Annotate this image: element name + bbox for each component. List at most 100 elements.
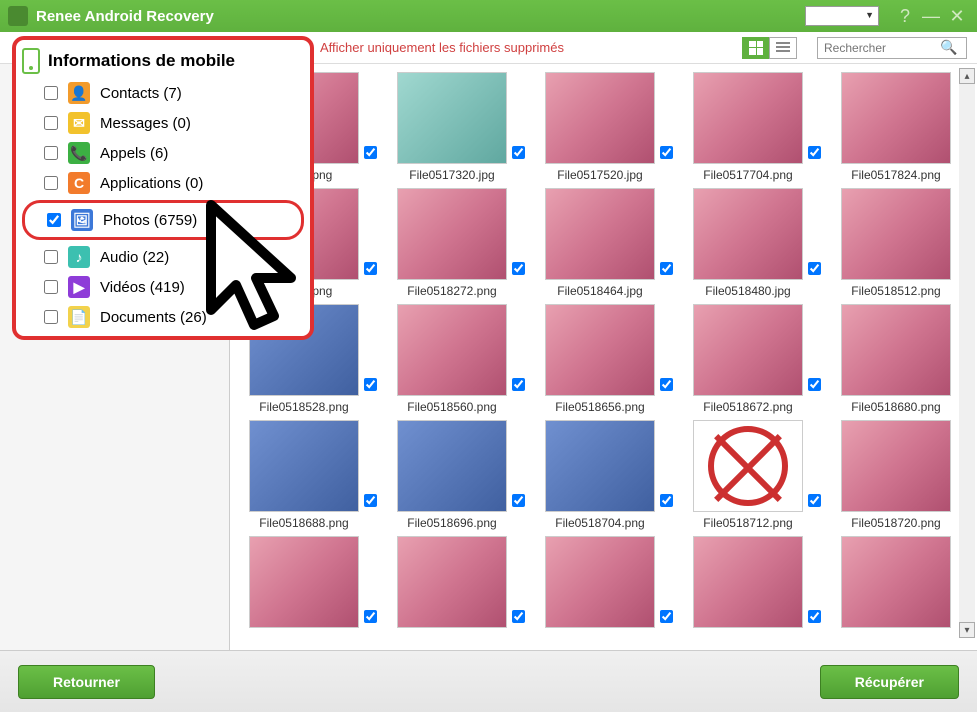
thumbnail-image[interactable] <box>545 188 655 280</box>
thumbnail-cell[interactable]: File0517824.png <box>826 72 966 182</box>
close-button[interactable]: ✕ <box>945 4 969 28</box>
thumbnail-cell[interactable] <box>826 536 966 632</box>
contacts-checkbox[interactable] <box>44 86 58 100</box>
thumbnail-image[interactable] <box>545 420 655 512</box>
sidebar-item-messages[interactable]: ✉ Messages (0) <box>16 108 310 138</box>
sidebar-item-apps[interactable]: C Applications (0) <box>16 168 310 198</box>
thumbnail-checkbox[interactable] <box>364 378 377 391</box>
documents-checkbox[interactable] <box>44 310 58 324</box>
thumbnail-cell[interactable] <box>382 536 522 632</box>
thumbnail-image[interactable] <box>397 304 507 396</box>
thumbnail-image[interactable] <box>693 420 803 512</box>
language-select[interactable]: Français <box>805 6 879 26</box>
thumbnail-checkbox[interactable] <box>808 494 821 507</box>
thumbnail-checkbox[interactable] <box>660 610 673 623</box>
search-box[interactable]: 🔍 <box>817 37 967 59</box>
calls-checkbox[interactable] <box>44 146 58 160</box>
vertical-scrollbar[interactable]: ▴ ▾ <box>959 68 975 638</box>
thumbnail-checkbox[interactable] <box>512 494 525 507</box>
thumbnail-checkbox[interactable] <box>512 378 525 391</box>
thumbnail-cell[interactable]: File0517520.jpg <box>530 72 670 182</box>
sidebar-item-label: Audio (22) <box>100 249 169 266</box>
thumbnail-filename: File0517320.jpg <box>409 168 494 182</box>
thumbnail-image[interactable] <box>693 536 803 628</box>
thumbnail-cell[interactable]: File0517704.png <box>678 72 818 182</box>
scroll-track[interactable] <box>959 84 975 622</box>
search-icon[interactable]: 🔍 <box>938 39 960 56</box>
thumbnail-image[interactable] <box>841 188 951 280</box>
thumbnail-cell[interactable] <box>530 536 670 632</box>
thumbnail-cell[interactable]: File0518272.png <box>382 188 522 298</box>
thumbnail-cell[interactable] <box>234 536 374 632</box>
thumbnail-cell[interactable]: File0518560.png <box>382 304 522 414</box>
list-view-button[interactable] <box>769 37 797 59</box>
thumbnail-cell[interactable]: File0518720.png <box>826 420 966 530</box>
thumbnail-image[interactable] <box>397 536 507 628</box>
thumbnail-checkbox[interactable] <box>364 262 377 275</box>
thumbnail-image[interactable] <box>841 304 951 396</box>
thumbnail-checkbox[interactable] <box>808 378 821 391</box>
thumbnail-cell[interactable]: File0518480.jpg <box>678 188 818 298</box>
grid-view-button[interactable] <box>742 37 770 59</box>
thumbnail-checkbox[interactable] <box>512 262 525 275</box>
thumbnail-image[interactable] <box>249 420 359 512</box>
thumbnail-cell[interactable]: File0518672.png <box>678 304 818 414</box>
thumbnail-filename: File0518672.png <box>703 400 792 414</box>
back-button[interactable]: Retourner <box>18 665 155 699</box>
deleted-only-label[interactable]: Afficher uniquement les fichiers supprim… <box>320 40 564 55</box>
thumbnail-image[interactable] <box>693 188 803 280</box>
thumbnail-checkbox[interactable] <box>660 146 673 159</box>
sidebar-item-calls[interactable]: 📞 Appels (6) <box>16 138 310 168</box>
thumbnail-checkbox[interactable] <box>364 610 377 623</box>
thumbnail-checkbox[interactable] <box>364 494 377 507</box>
thumbnail-cell[interactable]: File0517320.jpg <box>382 72 522 182</box>
thumbnail-image[interactable] <box>397 72 507 164</box>
apps-checkbox[interactable] <box>44 176 58 190</box>
thumbnail-cell[interactable] <box>678 536 818 632</box>
videos-checkbox[interactable] <box>44 280 58 294</box>
scroll-down-button[interactable]: ▾ <box>959 622 975 638</box>
thumbnail-cell[interactable]: File0518712.png <box>678 420 818 530</box>
thumbnail-image[interactable] <box>841 420 951 512</box>
thumbnail-filename: File0518688.png <box>259 516 348 530</box>
thumbnail-image[interactable] <box>545 536 655 628</box>
thumbnail-cell[interactable]: File0518656.png <box>530 304 670 414</box>
thumbnail-checkbox[interactable] <box>808 610 821 623</box>
thumbnail-cell[interactable]: File0518696.png <box>382 420 522 530</box>
scroll-up-button[interactable]: ▴ <box>959 68 975 84</box>
photos-checkbox[interactable] <box>47 213 61 227</box>
messages-icon: ✉ <box>68 112 90 134</box>
thumbnail-image[interactable] <box>841 72 951 164</box>
thumbnail-checkbox[interactable] <box>512 146 525 159</box>
thumbnail-image[interactable] <box>397 420 507 512</box>
sidebar-item-label: Photos (6759) <box>103 212 197 229</box>
thumbnail-checkbox[interactable] <box>660 378 673 391</box>
thumbnail-cell[interactable]: File0518704.png <box>530 420 670 530</box>
thumbnail-checkbox[interactable] <box>364 146 377 159</box>
thumbnail-cell[interactable]: File0518680.png <box>826 304 966 414</box>
photos-icon: 🖼 <box>71 209 93 231</box>
audio-checkbox[interactable] <box>44 250 58 264</box>
search-input[interactable] <box>818 39 938 57</box>
thumbnail-cell[interactable]: File0518464.jpg <box>530 188 670 298</box>
minimize-button[interactable]: — <box>919 4 943 28</box>
help-button[interactable]: ? <box>893 4 917 28</box>
sidebar-header: Informations de mobile <box>16 44 310 78</box>
thumbnail-checkbox[interactable] <box>808 262 821 275</box>
thumbnail-checkbox[interactable] <box>660 262 673 275</box>
sidebar-item-contacts[interactable]: 👤 Contacts (7) <box>16 78 310 108</box>
thumbnail-image[interactable] <box>693 304 803 396</box>
thumbnail-image[interactable] <box>249 536 359 628</box>
messages-checkbox[interactable] <box>44 116 58 130</box>
thumbnail-cell[interactable]: File0518512.png <box>826 188 966 298</box>
thumbnail-image[interactable] <box>397 188 507 280</box>
thumbnail-image[interactable] <box>693 72 803 164</box>
thumbnail-checkbox[interactable] <box>512 610 525 623</box>
thumbnail-image[interactable] <box>841 536 951 628</box>
thumbnail-cell[interactable]: File0518688.png <box>234 420 374 530</box>
thumbnail-image[interactable] <box>545 304 655 396</box>
thumbnail-checkbox[interactable] <box>660 494 673 507</box>
thumbnail-checkbox[interactable] <box>808 146 821 159</box>
recover-button[interactable]: Récupérer <box>820 665 959 699</box>
thumbnail-image[interactable] <box>545 72 655 164</box>
